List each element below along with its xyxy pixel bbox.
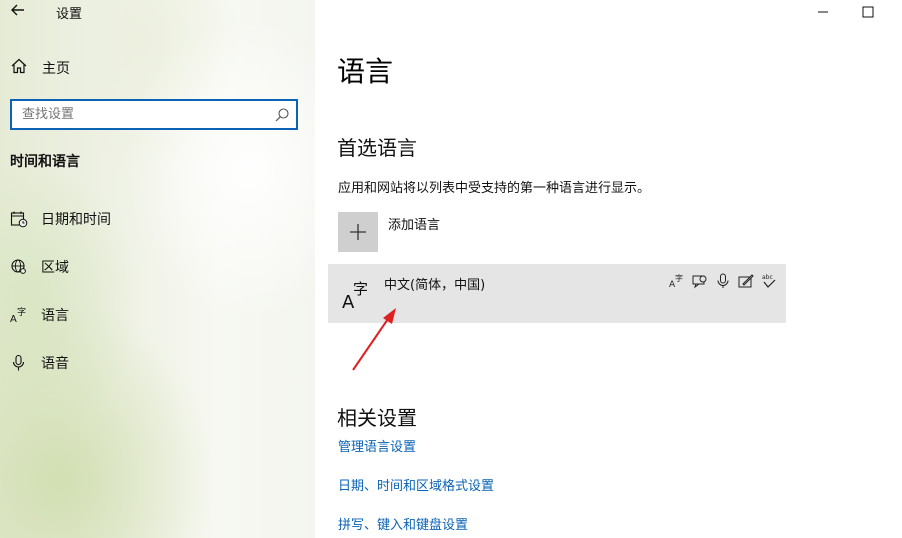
search-box[interactable] <box>10 99 298 130</box>
svg-text:abc: abc <box>762 274 773 281</box>
speech-recognition-icon <box>714 272 731 289</box>
sidebar-item-region[interactable]: 区域 <box>10 255 69 279</box>
sidebar-item-label: 语音 <box>41 356 69 372</box>
plus-icon <box>338 212 378 252</box>
sidebar-item-label: 语言 <box>41 308 69 324</box>
globe-region-icon <box>10 258 28 276</box>
sidebar-item-date-time[interactable]: 日期和时间 <box>10 207 111 231</box>
minimize-icon <box>818 11 828 13</box>
preferred-languages-description: 应用和网站将以列表中受支持的第一种语言进行显示。 <box>338 181 651 196</box>
svg-text:A: A <box>10 314 17 324</box>
svg-text:字: 字 <box>17 306 26 318</box>
svg-text:字: 字 <box>675 273 683 283</box>
manage-language-settings-link[interactable]: 管理语言设置 <box>338 436 416 455</box>
display-language-icon: A字 <box>668 272 685 289</box>
back-arrow-icon[interactable] <box>10 2 28 20</box>
sidebar-item-language[interactable]: A字 语言 <box>10 303 69 327</box>
language-features: A字 abc <box>668 272 777 289</box>
nav-home-label: 主页 <box>42 61 70 77</box>
text-to-speech-icon <box>691 272 708 289</box>
page-title: 语言 <box>337 55 394 88</box>
home-icon <box>10 57 28 79</box>
handwriting-icon <box>737 272 754 289</box>
nav-home[interactable]: 主页 <box>10 57 70 79</box>
calendar-clock-icon <box>10 210 28 228</box>
language-name: 中文(简体，中国) <box>384 278 486 293</box>
preferred-languages-heading: 首选语言 <box>337 136 417 160</box>
add-language-button[interactable]: 添加语言 <box>338 212 440 252</box>
add-language-label: 添加语言 <box>388 218 441 233</box>
sidebar: 设置 主页 时间和语言 日期和时间 区域 A字 语言 语音 <box>0 0 315 538</box>
sidebar-item-label: 区域 <box>41 260 69 276</box>
spelling-typing-keyboard-link[interactable]: 拼写、键入和键盘设置 <box>338 514 468 533</box>
spell-check-icon: abc <box>760 272 777 289</box>
app-title: 设置 <box>56 7 83 22</box>
date-time-region-format-link[interactable]: 日期、时间和区域格式设置 <box>338 475 494 494</box>
search-icon[interactable] <box>274 107 290 123</box>
minimize-button[interactable] <box>803 0 843 24</box>
search-input[interactable] <box>22 107 262 122</box>
maximize-button[interactable] <box>848 0 888 24</box>
language-glyph-zi: 字 <box>353 280 368 298</box>
sidebar-item-label: 日期和时间 <box>41 212 111 228</box>
annotation-arrow-icon <box>352 308 396 371</box>
maximize-icon <box>862 6 874 18</box>
related-settings-heading: 相关设置 <box>337 406 417 430</box>
section-title: 时间和语言 <box>10 154 80 170</box>
sidebar-item-speech[interactable]: 语音 <box>10 351 69 375</box>
microphone-icon <box>10 354 28 372</box>
language-icon: A字 <box>10 306 28 324</box>
